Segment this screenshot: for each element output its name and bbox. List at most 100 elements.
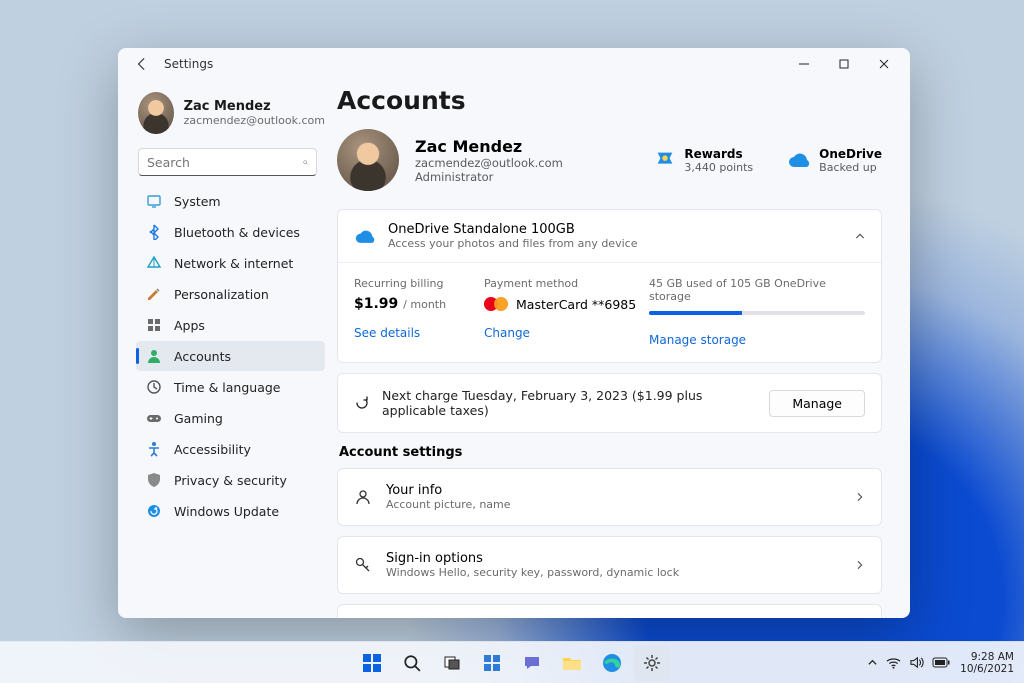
onedrive-label: OneDrive (819, 147, 882, 161)
sidebar-item-label: Apps (174, 318, 205, 333)
content-area: Accounts Zac Mendez zacmendez@outlook.co… (333, 80, 910, 618)
bluetooth-icon (146, 224, 162, 240)
hero-name: Zac Mendez (415, 137, 563, 156)
accounts-icon (146, 348, 162, 364)
maximize-button[interactable] (824, 50, 864, 78)
account-settings-heading: Account settings (339, 445, 882, 460)
sidebar-item-privacy[interactable]: Privacy & security (136, 465, 325, 495)
network-icon (146, 255, 162, 271)
start-button[interactable] (354, 645, 390, 681)
back-button[interactable] (130, 52, 154, 76)
onedrive-cloud-icon (354, 229, 376, 244)
user-block[interactable]: Zac Mendez zacmendez@outlook.com (136, 86, 325, 146)
manage-storage-link[interactable]: Manage storage (649, 333, 746, 347)
sidebar-item-personalization[interactable]: Personalization (136, 279, 325, 309)
payment-label: Payment method (484, 277, 649, 290)
storage-label: 45 GB used of 105 GB OneDrive storage (649, 277, 865, 303)
onedrive-icon (787, 152, 811, 168)
search-box[interactable] (138, 148, 317, 176)
sidebar-item-apps[interactable]: Apps (136, 310, 325, 340)
apps-icon (146, 317, 162, 333)
volume-icon[interactable] (909, 656, 924, 669)
mastercard-icon (484, 296, 508, 312)
edge-button[interactable] (594, 645, 630, 681)
setting-row-person[interactable]: Your infoAccount picture, name (338, 469, 881, 525)
setting-row-key[interactable]: Sign-in optionsWindows Hello, security k… (338, 537, 881, 593)
system-tray[interactable] (867, 656, 950, 669)
settings-taskbar-button[interactable] (634, 645, 670, 681)
sidebar-item-label: Accounts (174, 349, 231, 364)
wifi-icon[interactable] (886, 657, 901, 669)
window-title: Settings (164, 57, 213, 71)
taskbar-time: 9:28 AM (960, 651, 1014, 663)
onedrive-stat[interactable]: OneDrive Backed up (787, 147, 882, 174)
rewards-label: Rewards (684, 147, 753, 161)
file-explorer-button[interactable] (554, 645, 590, 681)
page-title: Accounts (337, 86, 882, 115)
taskbar: 9:28 AM 10/6/2021 (0, 641, 1024, 683)
taskbar-search-button[interactable] (394, 645, 430, 681)
taskbar-center (354, 645, 670, 681)
search-icon (303, 156, 308, 169)
close-button[interactable] (864, 50, 904, 78)
sidebar: Zac Mendez zacmendez@outlook.com System B… (118, 80, 333, 618)
hero-role: Administrator (415, 170, 563, 184)
chevron-right-icon (855, 492, 865, 502)
rewards-stat[interactable]: Rewards 3,440 points (654, 147, 753, 174)
widgets-button[interactable] (474, 645, 510, 681)
sidebar-item-system[interactable]: System (136, 186, 325, 216)
sidebar-item-label: System (174, 194, 221, 209)
see-details-link[interactable]: See details (354, 326, 420, 340)
sidebar-item-gaming[interactable]: Gaming (136, 403, 325, 433)
update-icon (146, 503, 162, 519)
storage-progress (649, 311, 865, 315)
sidebar-item-network[interactable]: Network & internet (136, 248, 325, 278)
minimize-button[interactable] (784, 50, 824, 78)
personalization-icon (146, 286, 162, 302)
next-charge-card: Next charge Tuesday, February 3, 2023 ($… (337, 373, 882, 433)
setting-row-sub: Windows Hello, security key, password, d… (386, 566, 679, 579)
chevron-up-icon (855, 231, 865, 241)
sidebar-item-label: Privacy & security (174, 473, 287, 488)
hero-email: zacmendez@outlook.com (415, 156, 563, 170)
onedrive-value: Backed up (819, 161, 882, 174)
settings-window: Settings Zac Mendez zacmendez@outlook.co… (118, 48, 910, 618)
setting-row-title: Your info (386, 483, 511, 498)
search-input[interactable] (147, 155, 303, 170)
onedrive-card-title: OneDrive Standalone 100GB (388, 222, 637, 237)
change-payment-link[interactable]: Change (484, 326, 530, 340)
sidebar-item-accounts[interactable]: Accounts (136, 341, 325, 371)
sidebar-item-bluetooth[interactable]: Bluetooth & devices (136, 217, 325, 247)
chat-button[interactable] (514, 645, 550, 681)
onedrive-card: OneDrive Standalone 100GB Access your ph… (337, 209, 882, 363)
sidebar-item-label: Accessibility (174, 442, 251, 457)
avatar[interactable] (337, 129, 399, 191)
sidebar-item-time[interactable]: Time & language (136, 372, 325, 402)
taskbar-clock[interactable]: 9:28 AM 10/6/2021 (960, 651, 1014, 675)
chevron-right-icon (855, 560, 865, 570)
setting-row-mail[interactable]: Email & accountsAccounts used by email, … (338, 605, 881, 618)
tray-chevron-up-icon[interactable] (867, 657, 878, 668)
onedrive-card-header[interactable]: OneDrive Standalone 100GB Access your ph… (338, 210, 881, 262)
setting-row-title: Sign-in options (386, 551, 679, 566)
sidebar-item-label: Time & language (174, 380, 280, 395)
accessibility-icon (146, 441, 162, 457)
battery-icon[interactable] (932, 657, 950, 668)
user-name: Zac Mendez (184, 99, 325, 114)
person-icon (354, 488, 372, 506)
billing-price: $1.99 / month (354, 296, 484, 312)
manage-button[interactable]: Manage (769, 390, 865, 417)
sidebar-item-accessibility[interactable]: Accessibility (136, 434, 325, 464)
setting-row-sub: Account picture, name (386, 498, 511, 511)
sidebar-item-update[interactable]: Windows Update (136, 496, 325, 526)
payment-text: MasterCard **6985 (516, 297, 636, 312)
onedrive-card-subtitle: Access your photos and files from any de… (388, 237, 637, 250)
privacy-icon (146, 472, 162, 488)
rewards-value: 3,440 points (684, 161, 753, 174)
time-icon (146, 379, 162, 395)
taskbar-date: 10/6/2021 (960, 663, 1014, 675)
sidebar-item-label: Network & internet (174, 256, 293, 271)
user-email: zacmendez@outlook.com (184, 114, 325, 127)
task-view-button[interactable] (434, 645, 470, 681)
rewards-icon (654, 149, 676, 171)
